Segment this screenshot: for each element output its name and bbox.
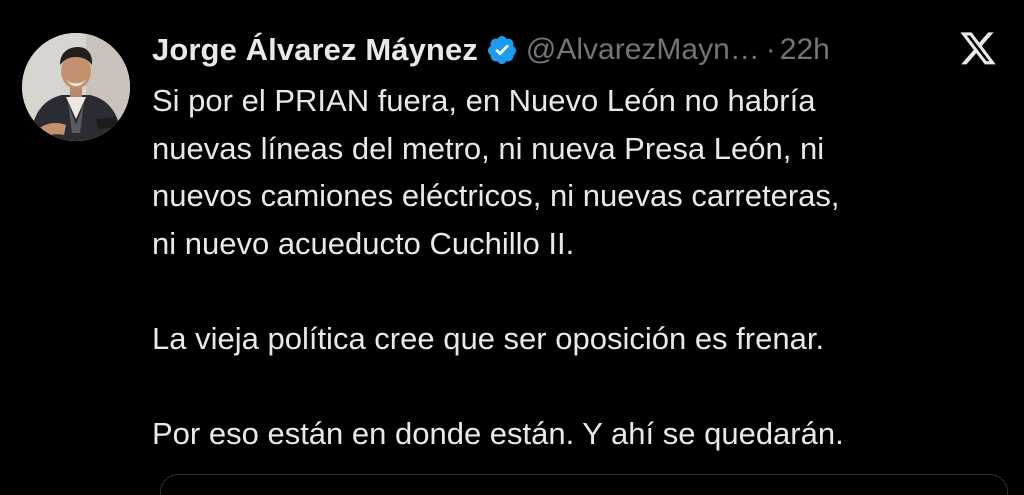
avatar[interactable] <box>22 33 130 141</box>
timestamp[interactable]: 22h <box>780 33 830 67</box>
author-handle[interactable]: @AlvarezMayn… <box>526 33 760 67</box>
text-line: nuevas líneas del metro, ni nueva Presa … <box>152 130 825 166</box>
tweet-paragraph: La vieja política cree que ser oposición… <box>152 315 1002 363</box>
tweet-text: Si por el PRIAN fuera, en Nuevo León no … <box>152 77 1002 457</box>
media-card-edge[interactable] <box>160 474 1008 495</box>
text-line: nuevos camiones eléctricos, ni nuevas ca… <box>152 178 840 213</box>
author-name[interactable]: Jorge Álvarez Máynez <box>152 32 478 68</box>
text-line: La vieja política cree que ser oposición… <box>152 320 825 356</box>
tweet-paragraph: Si por el PRIAN fuera, en Nuevo León no … <box>152 77 1002 267</box>
text-line: Por eso están en donde están. Y ahí se q… <box>152 415 844 451</box>
tweet-header: Jorge Álvarez Máynez @AlvarezMayn… · 22h <box>152 28 830 72</box>
tweet-paragraph: Por eso están en donde están. Y ahí se q… <box>152 410 1002 458</box>
x-logo-icon[interactable] <box>958 32 998 68</box>
verified-badge-icon <box>486 34 518 66</box>
text-line: Si por el PRIAN fuera, en Nuevo León no … <box>152 83 816 118</box>
avatar-image <box>22 33 130 141</box>
separator-dot: · <box>765 33 776 66</box>
tweet[interactable]: Jorge Álvarez Máynez @AlvarezMayn… · 22h… <box>0 0 1024 495</box>
text-line: ni nuevo acueducto Cuchillo II. <box>152 225 575 261</box>
